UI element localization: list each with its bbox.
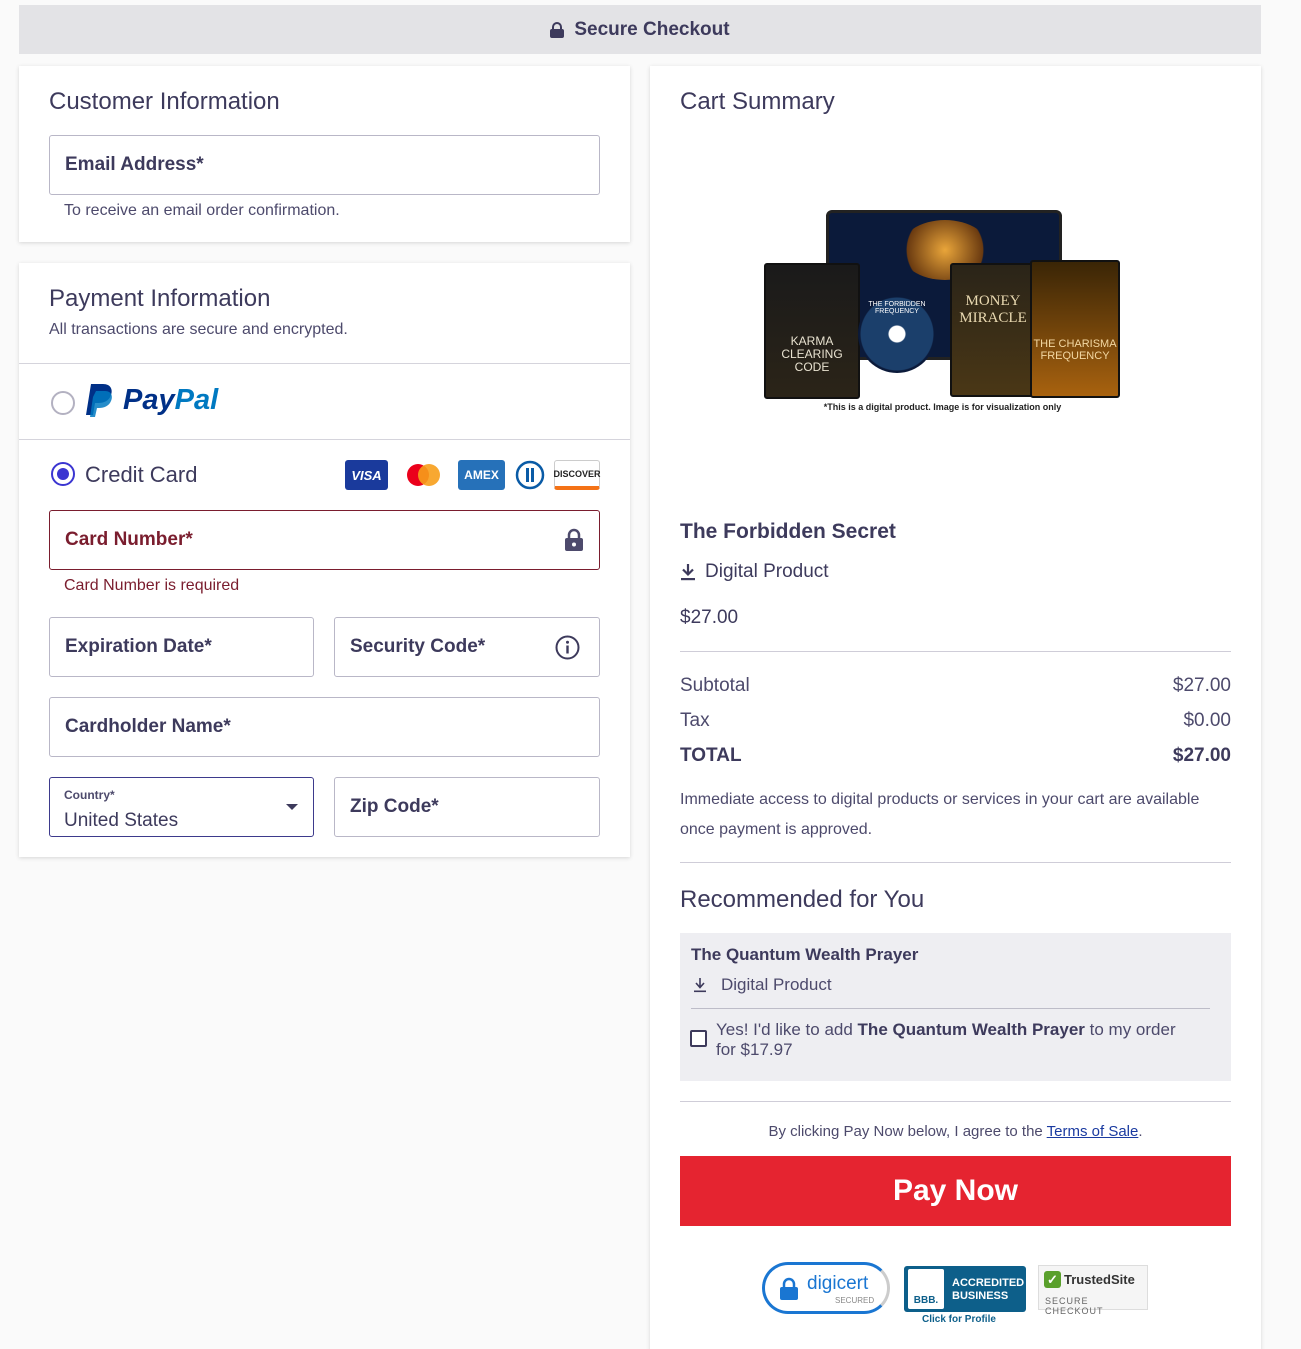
add-offer-text[interactable]: Yes! I'd like to add The Quantum Wealth …: [716, 1020, 1216, 1060]
product-image: KARMA CLEARING CODE THE FORBIDDEN FREQUE…: [760, 205, 1125, 420]
book-karma-clearing-code: KARMA CLEARING CODE: [764, 263, 860, 399]
terms-prefix: By clicking Pay Now below, I agree to th…: [768, 1123, 1047, 1140]
download-icon: [694, 978, 706, 993]
country-value: United States: [64, 810, 179, 831]
bbb-badge[interactable]: BBB. ACCREDITED BUSINESS Click for Profi…: [904, 1266, 1026, 1328]
divider: [19, 439, 630, 440]
lock-icon: [564, 528, 584, 552]
mastercard-icon: [402, 460, 445, 490]
tax-label: Tax: [680, 710, 710, 731]
digicert-text: digicert: [807, 1273, 869, 1294]
recommended-product-name: The Quantum Wealth Prayer: [691, 945, 919, 964]
cardholder-name-field[interactable]: Cardholder Name*: [49, 697, 600, 757]
customer-information-heading: Customer Information: [49, 88, 280, 115]
total-value: $27.00: [1172, 745, 1231, 766]
subtotal-row: Subtotal $27.00: [680, 675, 1231, 697]
disc-forbidden-frequency: THE FORBIDDEN FREQUENCY: [858, 295, 936, 373]
paypal-radio[interactable]: [51, 391, 75, 415]
diners-icon: [514, 460, 546, 490]
digicert-badge[interactable]: digicert SECURED: [762, 1262, 890, 1314]
pay-now-button[interactable]: Pay Now: [680, 1156, 1231, 1226]
terms-text: By clicking Pay Now below, I agree to th…: [680, 1123, 1231, 1140]
card-number-label: Card Number*: [65, 529, 193, 550]
recommended-product-type: Digital Product: [693, 975, 832, 995]
security-code-label: Security Code*: [350, 636, 486, 657]
customer-information-card: Customer Information Email Address* To r…: [19, 66, 630, 242]
payment-information-card: Payment Information All transactions are…: [19, 263, 630, 857]
trustedsite-text: TrustedSite: [1064, 1272, 1135, 1287]
bbb-line2: BUSINESS: [952, 1290, 1009, 1302]
security-code-field[interactable]: Security Code*: [334, 617, 600, 677]
divider: [680, 651, 1231, 652]
access-note: Immediate access to digital products or …: [680, 791, 1200, 838]
download-icon: [681, 564, 695, 581]
offer-price: for $17.97: [716, 1040, 793, 1059]
digicert-sub: SECURED: [835, 1296, 875, 1305]
secure-checkout-header: Secure Checkout: [19, 5, 1261, 54]
book-charisma-frequency: THE CHARISMA FREQUENCY: [1030, 260, 1120, 398]
paypal-pay-text: Pay: [123, 383, 175, 416]
payment-subheading: All transactions are secure and encrypte…: [49, 321, 348, 338]
country-select[interactable]: Country* United States: [49, 777, 314, 837]
bbb-line1: ACCREDITED: [952, 1277, 1025, 1289]
info-icon[interactable]: [555, 635, 580, 660]
bbb-caption: Click for Profile: [922, 1314, 996, 1325]
bbb-logo: BBB.: [908, 1269, 944, 1309]
credit-card-radio[interactable]: [51, 462, 75, 486]
terms-suffix: .: [1138, 1123, 1143, 1140]
add-offer-checkbox[interactable]: [690, 1030, 707, 1047]
amex-icon: AMEX: [458, 460, 505, 490]
offer-prefix: Yes! I'd like to add: [716, 1020, 858, 1039]
header-title: Secure Checkout: [574, 18, 730, 40]
trustedsite-badge[interactable]: ✓ TrustedSite SECURE CHECKOUT: [1038, 1265, 1148, 1316]
recommended-product-type-label: Digital Product: [721, 975, 832, 994]
payment-information-heading: Payment Information: [49, 285, 271, 312]
country-label: Country*: [64, 788, 115, 802]
check-icon: ✓: [1044, 1271, 1061, 1288]
lock-icon: [780, 1277, 798, 1300]
divider: [680, 862, 1231, 863]
offer-product: The Quantum Wealth Prayer: [857, 1020, 1085, 1039]
subtotal-label: Subtotal: [680, 675, 750, 696]
subtotal-value: $27.00: [1172, 675, 1231, 696]
email-field-label: Email Address*: [65, 154, 204, 175]
product-type: Digital Product: [680, 561, 829, 583]
offer-suffix: to my order: [1084, 1020, 1176, 1039]
cardholder-name-label: Cardholder Name*: [65, 716, 231, 737]
total-row: TOTAL $27.00: [680, 745, 1231, 767]
product-price: $27.00: [680, 607, 739, 628]
email-helper-text: To receive an email order confirmation.: [64, 202, 340, 219]
divider: [680, 1101, 1231, 1102]
lock-icon: [550, 21, 565, 38]
terms-of-sale-link[interactable]: Terms of Sale: [1047, 1123, 1139, 1140]
paypal-logo: PayPal: [83, 382, 218, 418]
recommended-product-box: The Quantum Wealth Prayer Digital Produc…: [680, 933, 1231, 1081]
cart-summary-heading: Cart Summary: [680, 88, 835, 115]
product-type-label: Digital Product: [705, 561, 829, 582]
tax-row: Tax $0.00: [680, 710, 1231, 732]
chevron-down-icon: [286, 804, 298, 810]
tax-value: $0.00: [1183, 710, 1231, 731]
product-image-caption: *This is a digital product. Image is for…: [823, 402, 1062, 412]
visa-icon: VISA: [345, 460, 388, 490]
total-label: TOTAL: [680, 745, 742, 766]
product-name: The Forbidden Secret: [680, 520, 896, 543]
card-number-field[interactable]: Card Number*: [49, 510, 600, 570]
paypal-option[interactable]: PayPal: [19, 364, 630, 439]
discover-icon: DISCOVER: [554, 460, 601, 490]
trustedsite-sub: SECURE CHECKOUT: [1045, 1296, 1104, 1316]
zip-code-label: Zip Code*: [350, 796, 439, 817]
recommended-heading: Recommended for You: [680, 886, 925, 913]
paypal-pal-text: Pal: [174, 383, 219, 416]
divider: [691, 1008, 1210, 1009]
book-money-miracle: MONEY MIRACLE: [950, 263, 1036, 397]
paypal-p-icon: [86, 384, 112, 417]
email-field[interactable]: Email Address*: [49, 135, 600, 195]
card-number-error: Card Number is required: [64, 577, 240, 594]
zip-code-field[interactable]: Zip Code*: [334, 777, 600, 837]
expiration-date-field[interactable]: Expiration Date*: [49, 617, 314, 677]
expiration-date-label: Expiration Date*: [65, 636, 212, 657]
credit-card-label[interactable]: Credit Card: [85, 462, 197, 488]
